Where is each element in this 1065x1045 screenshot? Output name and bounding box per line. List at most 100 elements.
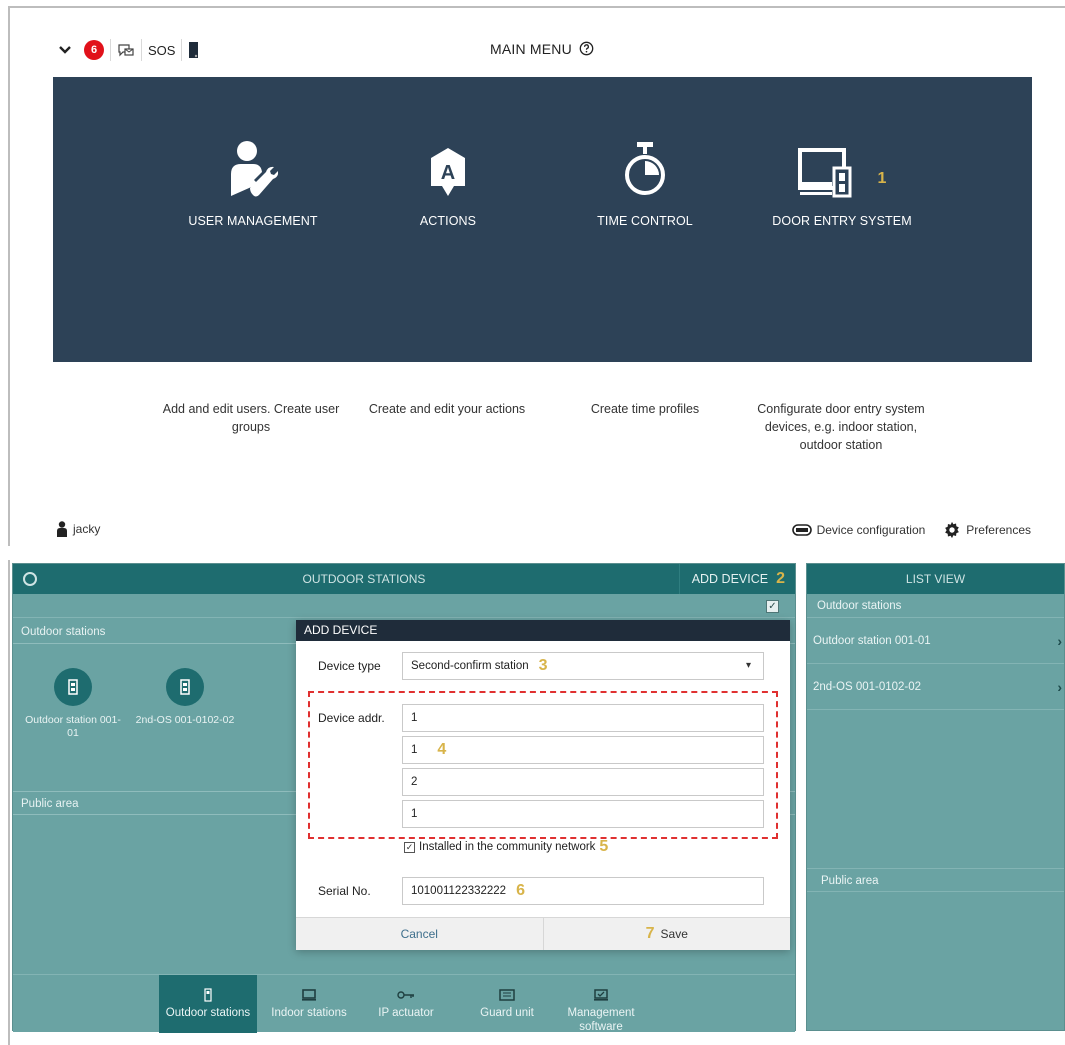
nav-management-software[interactable]: Management software	[555, 975, 647, 1033]
community-network-option[interactable]: ✓ Installed in the community network 5	[404, 838, 608, 856]
panel-title: OUTDOOR STATIONS	[302, 572, 426, 586]
tile-user-management[interactable]: USER MANAGEMENT	[153, 130, 353, 228]
list-item-label: 2nd-OS 001-0102-02	[813, 681, 922, 693]
nav-outdoor-stations[interactable]: Outdoor stations	[159, 975, 257, 1033]
list-item-label: Outdoor station 001-01	[813, 635, 931, 647]
tile-actions[interactable]: A ACTIONS	[348, 130, 548, 228]
tile-label: ACTIONS	[419, 214, 477, 228]
user-name: jacky	[73, 522, 101, 536]
tile-label: USER MANAGEMENT	[188, 214, 318, 228]
nav-guard-unit[interactable]: Guard unit	[463, 975, 551, 1033]
serial-value: 101001122332222	[411, 885, 507, 897]
nav-indoor-stations[interactable]: Indoor stations	[263, 975, 355, 1033]
tile-label: DOOR ENTRY SYSTEM	[772, 214, 912, 228]
station-label: 2nd-OS 001-0102-02	[135, 714, 235, 726]
chevron-down-icon: ▾	[745, 660, 751, 671]
nav-label: Management software	[567, 1007, 635, 1033]
dialog-title: ADD DEVICE	[296, 620, 790, 641]
callout-4: 4	[437, 741, 447, 758]
addr-value: 1	[411, 712, 418, 724]
bottom-nav: Outdoor stations Indoor stations IP actu…	[13, 974, 795, 1033]
addr-value: 2	[411, 776, 418, 788]
help-icon[interactable]	[579, 41, 594, 56]
panel-subheader: ✓	[13, 594, 795, 618]
top-toolbar: 6 SOS MAIN MENU	[52, 34, 1032, 66]
list-item[interactable]: 2nd-OS 001-0102-02 ›	[807, 664, 1064, 710]
tile-description: Configurate door entry system devices, e…	[757, 402, 925, 452]
gear-icon	[945, 521, 960, 539]
circle-icon[interactable]	[23, 572, 37, 586]
key-icon	[363, 987, 449, 1003]
add-device-dialog: ADD DEVICE Device type Second-confirm st…	[296, 620, 790, 950]
panel-header: OUTDOOR STATIONS	[13, 564, 795, 594]
main-menu-title: MAIN MENU	[489, 41, 572, 57]
callout-5: 5	[599, 838, 609, 855]
actions-icon: A	[348, 130, 548, 198]
device-type-value: Second-confirm station	[411, 660, 529, 672]
outdoor-station-icon	[166, 668, 204, 706]
tile-description: Create time profiles	[590, 402, 700, 416]
preferences-link[interactable]: Preferences	[943, 521, 1031, 539]
tile-description: Create and edit your actions	[368, 402, 526, 416]
cancel-button[interactable]: Cancel	[296, 918, 544, 950]
chevron-right-icon: ›	[1057, 678, 1062, 695]
device-icon	[791, 524, 812, 536]
list-view-title: LIST VIEW	[807, 564, 1064, 594]
device-type-label: Device type	[318, 659, 381, 673]
station-tile[interactable]: Outdoor station 001-01	[23, 668, 123, 740]
dialog-footer: Cancel 7 Save	[296, 917, 790, 950]
add-device-label: ADD DEVICE	[691, 572, 769, 586]
device-addr-label: Device addr.	[318, 711, 385, 725]
page-title: MAIN MENU	[52, 41, 1032, 57]
outdoor-station-icon	[159, 987, 257, 1003]
nav-label: Indoor stations	[271, 1007, 347, 1019]
footer-links: Device configuration Preferences	[791, 521, 1031, 539]
chevron-right-icon: ›	[1057, 632, 1062, 649]
device-addr-field-1[interactable]: 1	[402, 704, 764, 732]
stopwatch-icon	[545, 130, 745, 198]
user-icon	[57, 521, 67, 537]
tile-label: TIME CONTROL	[597, 214, 693, 228]
serial-label: Serial No.	[318, 884, 371, 898]
callout-7: 7	[645, 925, 655, 942]
callout-3: 3	[538, 657, 548, 674]
callout-6: 6	[516, 882, 525, 899]
nav-label: Guard unit	[480, 1007, 534, 1019]
current-user[interactable]: jacky	[57, 521, 100, 537]
device-configuration-link[interactable]: Device configuration	[791, 523, 926, 537]
list-view-panel: LIST VIEW Outdoor stations Outdoor stati…	[806, 563, 1065, 1031]
keyboard-icon	[463, 987, 551, 1003]
cancel-label: Cancel	[400, 927, 438, 941]
tile-time-control[interactable]: TIME CONTROL	[545, 130, 745, 228]
door-entry-icon: 1	[742, 130, 942, 198]
nav-ip-actuator[interactable]: IP actuator	[363, 975, 449, 1033]
save-label: Save	[660, 927, 688, 941]
device-addr-field-2[interactable]: 1 4	[402, 736, 764, 764]
station-label: Outdoor station 001-01	[25, 714, 121, 739]
add-device-button[interactable]: ADD DEVICE 2	[678, 564, 785, 594]
device-configuration-label: Device configuration	[816, 523, 926, 537]
callout-1: 1	[877, 170, 887, 187]
list-item[interactable]: Outdoor station 001-01 ›	[807, 618, 1064, 664]
device-addr-field-4[interactable]: 1	[402, 800, 764, 828]
svg-text:A: A	[441, 162, 455, 184]
list-section-public: Public area	[807, 868, 1064, 892]
outdoor-station-icon	[54, 668, 92, 706]
community-network-checkbox[interactable]: ✓	[404, 841, 415, 853]
bottom-screen-frame	[8, 560, 10, 1045]
user-management-icon	[153, 130, 353, 198]
addr-value: 1	[411, 744, 418, 756]
device-type-select[interactable]: Second-confirm station 3 ▾	[402, 652, 764, 680]
serial-number-input[interactable]: 101001122332222 6	[402, 877, 764, 905]
laptop-check-icon	[555, 987, 647, 1003]
select-all-checkbox[interactable]: ✓	[766, 600, 779, 613]
station-tile[interactable]: 2nd-OS 001-0102-02	[135, 668, 235, 727]
device-addr-field-3[interactable]: 2	[402, 768, 764, 796]
monitor-icon	[263, 987, 355, 1003]
tile-description: Add and edit users. Create user groups	[162, 402, 340, 434]
nav-label: Outdoor stations	[165, 1007, 251, 1019]
addr-value: 1	[411, 808, 418, 820]
list-section-outdoor: Outdoor stations	[807, 594, 1064, 618]
save-button[interactable]: 7 Save	[544, 918, 791, 950]
tile-door-entry-system[interactable]: 1 DOOR ENTRY SYSTEM	[742, 130, 942, 228]
